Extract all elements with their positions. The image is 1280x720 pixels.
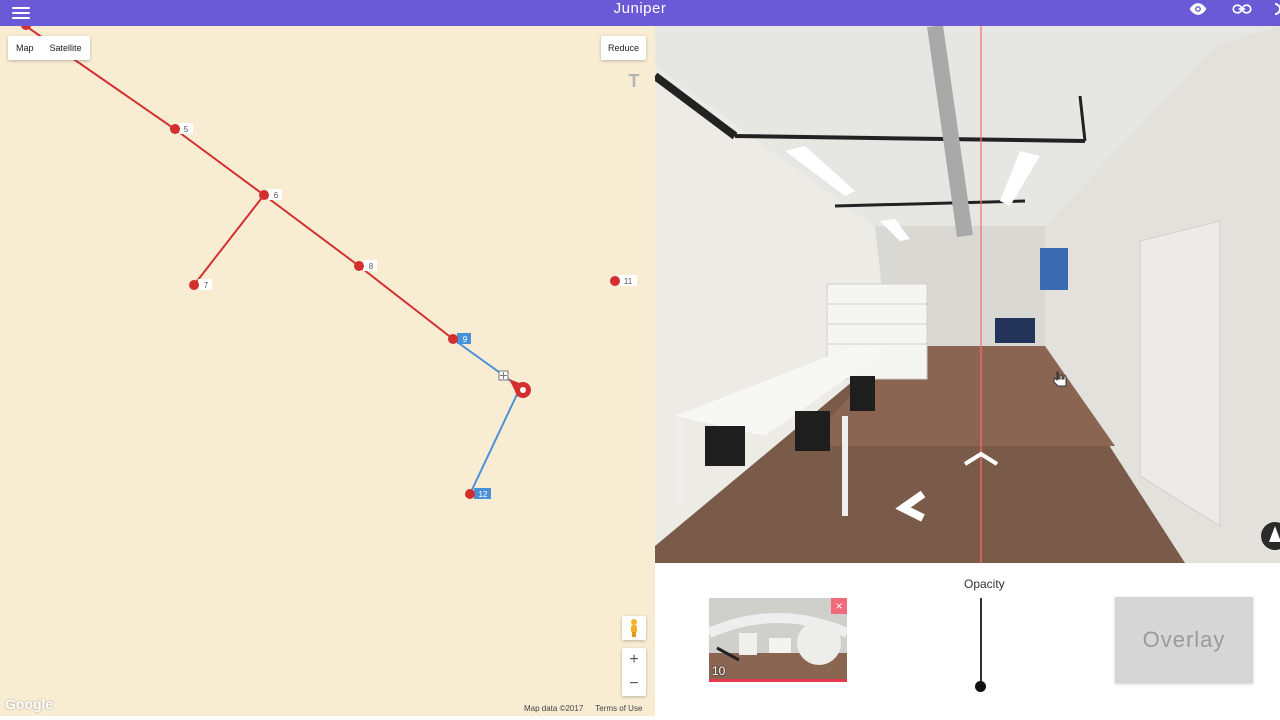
app-root: Juniper 5 6 7 8 9 11 12 Map Satellite Re… (0, 0, 1280, 720)
path-graph[interactable]: 5 6 7 8 9 11 12 (0, 26, 655, 716)
top-bar: Juniper (0, 0, 1280, 26)
map-node-8[interactable]: 8 (354, 260, 377, 271)
node-label: 12 (479, 490, 488, 499)
panorama-thumbnail[interactable]: 10 × (709, 598, 847, 682)
app-title: Juniper (613, 0, 667, 17)
thumbnail-image (709, 598, 847, 679)
text-tool-icon[interactable]: T (622, 69, 646, 93)
map-node-6[interactable]: 6 (259, 189, 282, 200)
map-node-12[interactable]: 12 (465, 488, 491, 499)
link-icon[interactable] (1232, 2, 1252, 16)
panorama-image[interactable] (655, 26, 1280, 563)
node-label: 7 (204, 281, 209, 290)
google-logo: Google (5, 696, 54, 712)
path-edge (358, 265, 454, 340)
current-position-marker-icon[interactable] (509, 379, 531, 398)
opacity-slider-track[interactable] (980, 598, 982, 686)
zoom-in-button[interactable]: + (622, 648, 646, 672)
map-node-9[interactable]: 9 (448, 333, 471, 344)
opacity-label: Opacity (964, 577, 1005, 591)
map-panel[interactable]: 5 6 7 8 9 11 12 Map Satellite Reduce T +… (0, 26, 655, 716)
opacity-slider-thumb[interactable] (975, 681, 986, 692)
reduce-button[interactable]: Reduce (601, 36, 647, 60)
terms-of-use-link[interactable]: Terms of Use (595, 704, 642, 713)
path-edge-blue (469, 387, 521, 495)
eye-icon[interactable] (1188, 2, 1208, 16)
map-type-control: Map Satellite (8, 36, 90, 60)
overlay-button[interactable]: Overlay (1115, 597, 1253, 683)
map-node-11[interactable]: 11 (610, 275, 637, 286)
map-data-attribution: Map data ©2017 (524, 704, 584, 713)
map-type-map-button[interactable]: Map (8, 36, 42, 60)
path-edge (263, 194, 360, 267)
node-label: 5 (184, 125, 189, 134)
panorama-view[interactable] (655, 26, 1280, 563)
more-icon[interactable] (1272, 2, 1280, 16)
pegman-icon[interactable] (622, 616, 646, 640)
map-footer: Map data ©2017 Terms of Use (524, 704, 642, 713)
path-edge-blue (452, 338, 504, 376)
node-label: 6 (274, 191, 279, 200)
path-edge (175, 129, 265, 196)
zoom-out-button[interactable]: − (622, 672, 646, 696)
midpoint-handle-icon[interactable] (498, 370, 509, 381)
node-label: 8 (369, 262, 374, 271)
close-icon[interactable]: × (831, 598, 847, 614)
node-label: 11 (624, 277, 633, 286)
zoom-control: + − (622, 648, 646, 696)
node-label: 9 (463, 335, 468, 344)
path-edge (193, 194, 265, 286)
bottom-panel: 10 × Opacity Overlay (655, 563, 1280, 720)
thumbnail-number: 10 (712, 664, 726, 678)
map-node-7[interactable]: 7 (189, 279, 212, 290)
map-type-satellite-button[interactable]: Satellite (42, 36, 90, 60)
map-node-5[interactable]: 5 (170, 123, 193, 134)
